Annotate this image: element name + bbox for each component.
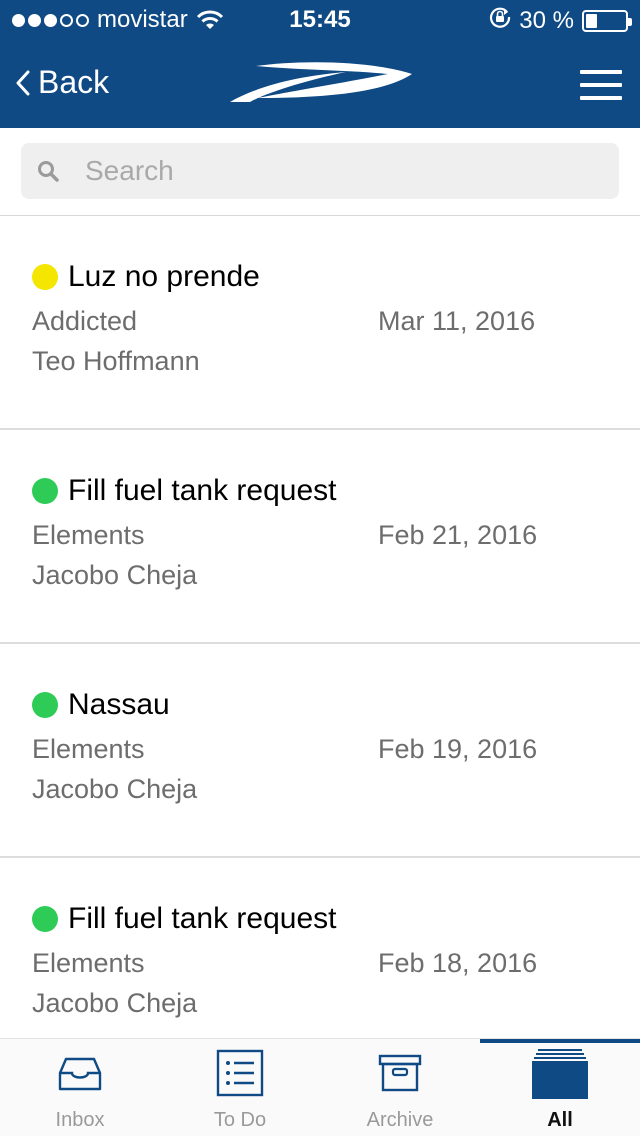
item-person: Jacobo Cheja: [32, 560, 198, 590]
search-field[interactable]: [21, 143, 619, 199]
inbox-tray-icon: [0, 1053, 160, 1093]
item-title-row: Luz no prende: [32, 260, 260, 294]
search-icon: [38, 161, 59, 182]
tab-inbox[interactable]: Inbox: [0, 1039, 160, 1136]
search-input[interactable]: [85, 155, 565, 187]
item-date: Feb 21, 2016: [378, 520, 538, 550]
item-title-row: Fill fuel tank request: [32, 474, 336, 508]
item-person: Jacobo Cheja: [32, 774, 198, 804]
item-title: Luz no prende: [68, 260, 260, 293]
list-item[interactable]: Fill fuel tank request Elements Feb 21, …: [0, 430, 640, 644]
battery-percent: 30 %: [519, 6, 574, 34]
archive-box-icon: [320, 1053, 480, 1093]
back-button[interactable]: Back: [16, 64, 109, 101]
stacked-box-icon: [480, 1049, 640, 1099]
back-label: Back: [38, 64, 110, 100]
navigation-bar: Back: [0, 40, 640, 128]
item-title-row: Fill fuel tank request: [32, 902, 336, 936]
item-title: Fill fuel tank request: [68, 474, 337, 507]
item-person: Teo Hoffmann: [32, 346, 200, 376]
checklist-icon: [160, 1049, 320, 1097]
tab-to-do[interactable]: To Do: [160, 1039, 320, 1136]
status-dot: [32, 264, 58, 290]
item-title: Nassau: [68, 688, 170, 721]
item-company: Elements: [32, 734, 145, 764]
item-title-row: Nassau: [32, 688, 170, 722]
item-company: Elements: [32, 520, 145, 550]
hamburger-menu-icon[interactable]: [580, 70, 622, 100]
item-company: Addicted: [32, 306, 138, 336]
tab-label: Archive: [366, 1109, 434, 1131]
rotation-lock-icon: [489, 6, 511, 35]
tab-label: Inbox: [55, 1109, 105, 1131]
boat-logo-icon: [228, 58, 414, 111]
item-date: Feb 18, 2016: [378, 948, 538, 978]
chevron-left-icon: [16, 70, 30, 95]
status-right: 30 %: [489, 6, 632, 35]
top-bar: movistar 15:45 30 % Back: [0, 0, 640, 128]
item-person: Jacobo Cheja: [32, 988, 198, 1018]
battery-level-fill: [586, 13, 598, 28]
status-dot: [32, 906, 58, 932]
tab-all[interactable]: All: [480, 1039, 640, 1136]
status-bar: movistar 15:45 30 %: [0, 0, 640, 40]
battery-icon: [582, 9, 632, 32]
request-list: Luz no prende Addicted Mar 11, 2016 Teo …: [0, 216, 640, 1038]
status-dot: [32, 478, 58, 504]
list-item[interactable]: Luz no prende Addicted Mar 11, 2016 Teo …: [0, 216, 640, 430]
search-bar: [0, 128, 640, 216]
item-company: Elements: [32, 948, 145, 978]
tab-label: To Do: [213, 1109, 267, 1131]
tab-bar: Inbox To Do Archive All: [0, 1038, 640, 1136]
item-date: Feb 19, 2016: [378, 734, 538, 764]
item-title: Fill fuel tank request: [68, 902, 337, 935]
status-dot: [32, 692, 58, 718]
list-item[interactable]: Fill fuel tank request Elements Feb 18, …: [0, 858, 640, 1038]
item-date: Mar 11, 2016: [378, 306, 536, 336]
tab-archive[interactable]: Archive: [320, 1039, 480, 1136]
list-item[interactable]: Nassau Elements Feb 19, 2016 Jacobo Chej…: [0, 644, 640, 858]
tab-label: All: [547, 1109, 573, 1131]
